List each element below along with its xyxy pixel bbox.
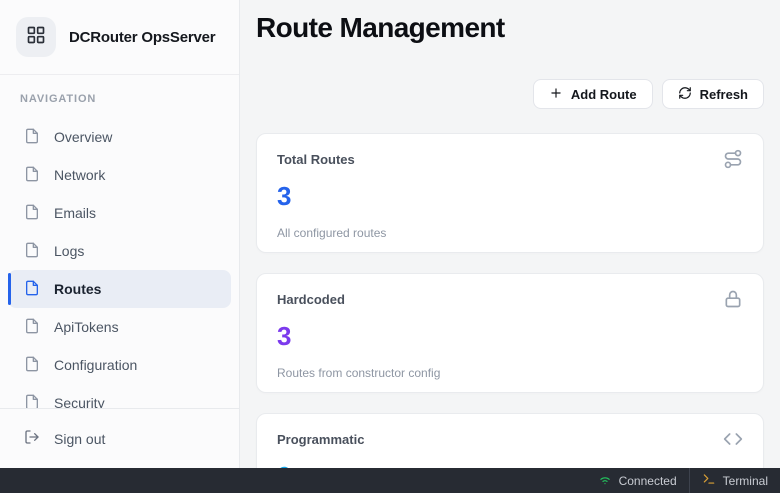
card-description: All configured routes <box>277 226 743 240</box>
sidebar-nav: NAVIGATION Overview Network Emails Logs … <box>0 75 239 408</box>
card-value: 3 <box>277 181 743 211</box>
sidebar-item-label: ApiTokens <box>54 319 119 335</box>
card-hardcoded: Hardcoded 3 Routes from constructor conf… <box>256 273 764 393</box>
terminal-toggle[interactable]: Terminal <box>690 468 780 493</box>
sidebar-item-network[interactable]: Network <box>8 156 231 194</box>
sidebar-item-label: Routes <box>54 281 101 297</box>
toolbar: Add Route Refresh <box>256 79 764 109</box>
sidebar-item-label: Network <box>54 167 105 183</box>
app-logo <box>16 17 56 57</box>
sidebar-item-overview[interactable]: Overview <box>8 118 231 156</box>
sidebar-item-configuration[interactable]: Configuration <box>8 346 231 384</box>
card-value: 0 <box>277 461 743 468</box>
log-out-icon <box>24 429 40 448</box>
sidebar-item-routes[interactable]: Routes <box>8 270 231 308</box>
status-bar: Connected Terminal <box>0 468 780 493</box>
card-description: Routes from constructor config <box>277 366 743 380</box>
card-title: Programmatic <box>277 429 364 447</box>
wifi-icon <box>598 472 612 489</box>
card-title: Hardcoded <box>277 289 345 307</box>
lock-icon <box>723 289 743 314</box>
add-route-label: Add Route <box>571 87 637 102</box>
connection-status-label: Connected <box>619 474 677 488</box>
stat-cards: Total Routes 3 All configured routes Har… <box>256 133 764 468</box>
nav-section-label: NAVIGATION <box>20 93 219 105</box>
terminal-icon <box>702 472 716 489</box>
card-total-routes: Total Routes 3 All configured routes <box>256 133 764 253</box>
card-value: 3 <box>277 321 743 351</box>
card-programmatic: Programmatic 0 <box>256 413 764 468</box>
plus-icon <box>549 86 563 103</box>
file-icon <box>24 204 40 223</box>
refresh-icon <box>678 86 692 103</box>
file-icon <box>24 242 40 261</box>
refresh-button[interactable]: Refresh <box>662 79 764 109</box>
main-content: Route Management Add Route Refresh Total… <box>240 0 780 468</box>
sidebar-item-apitokens[interactable]: ApiTokens <box>8 308 231 346</box>
file-icon <box>24 356 40 375</box>
grid-logo-icon <box>26 25 46 50</box>
code-icon <box>723 429 743 454</box>
sidebar-item-label: Configuration <box>54 357 137 373</box>
file-icon <box>24 318 40 337</box>
terminal-label: Terminal <box>723 474 768 488</box>
sidebar-item-label: Overview <box>54 129 112 145</box>
sidebar-item-logs[interactable]: Logs <box>8 232 231 270</box>
sidebar-footer: Sign out <box>0 408 239 468</box>
sidebar-item-emails[interactable]: Emails <box>8 194 231 232</box>
add-route-button[interactable]: Add Route <box>533 79 653 109</box>
file-icon <box>24 394 40 409</box>
app-title: DCRouter OpsServer <box>69 29 215 46</box>
sidebar-item-label: Security <box>54 395 105 408</box>
sidebar-item-label: Emails <box>54 205 96 221</box>
connection-status[interactable]: Connected <box>586 468 689 493</box>
page-title: Route Management <box>256 11 764 45</box>
sidebar-header: DCRouter OpsServer <box>0 0 239 75</box>
sign-out-label: Sign out <box>54 431 105 447</box>
file-icon <box>24 166 40 185</box>
file-icon <box>24 128 40 147</box>
route-icon <box>723 149 743 174</box>
sidebar-item-label: Logs <box>54 243 84 259</box>
refresh-label: Refresh <box>700 87 748 102</box>
sidebar-item-security[interactable]: Security <box>8 384 231 408</box>
card-title: Total Routes <box>277 149 355 167</box>
sign-out-button[interactable]: Sign out <box>8 420 231 458</box>
sidebar: DCRouter OpsServer NAVIGATION Overview N… <box>0 0 240 468</box>
file-icon <box>24 280 40 299</box>
